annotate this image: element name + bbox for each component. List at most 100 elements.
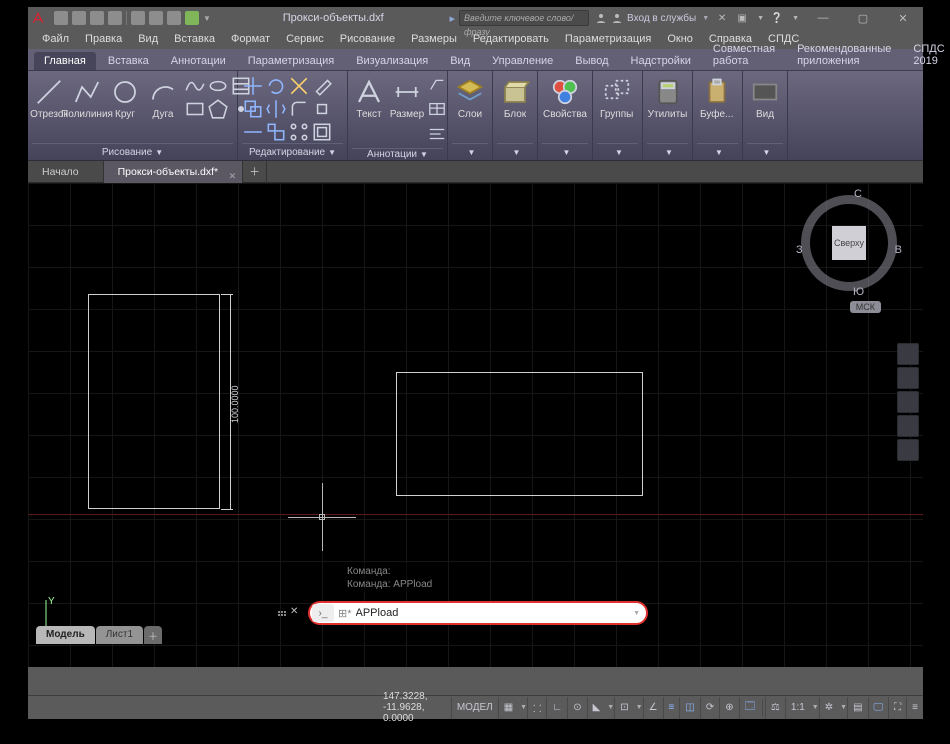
workspace-icon[interactable]: ▤ — [847, 697, 867, 719]
nav-showmotion-icon[interactable] — [897, 439, 919, 461]
menu-modify[interactable]: Редактировать — [465, 29, 557, 49]
otrack-toggle-icon[interactable]: ∠ — [643, 697, 663, 719]
tab-param[interactable]: Параметризация — [238, 52, 344, 70]
monitor-icon[interactable]: 🖵 — [868, 697, 889, 719]
quickprops-icon[interactable]: 🗔 — [739, 697, 761, 719]
command-input[interactable] — [356, 607, 630, 619]
viewcube-south[interactable]: Ю — [853, 286, 864, 298]
gear-icon[interactable]: ✲ — [819, 697, 838, 719]
tab-visual[interactable]: Визуализация — [346, 52, 438, 70]
block-button[interactable]: Блок — [497, 75, 533, 122]
groups-button[interactable]: Группы — [597, 75, 636, 122]
text-button[interactable]: Текст — [352, 75, 386, 122]
dimension-button[interactable]: Размер — [390, 75, 424, 122]
nav-zoom-icon[interactable] — [897, 391, 919, 413]
exchange-icon[interactable]: ✕ — [715, 11, 729, 25]
close-button[interactable]: ✕ — [883, 7, 923, 29]
viewcube-face[interactable]: Сверху — [832, 226, 866, 260]
utils-button[interactable]: Утилиты — [647, 75, 688, 122]
tab-output[interactable]: Вывод — [565, 52, 618, 70]
apps-icon[interactable]: ▣ — [735, 11, 749, 25]
maximize-button[interactable]: ▢ — [843, 7, 883, 29]
grid-toggle-icon[interactable]: ▦ — [498, 697, 518, 719]
arc-button[interactable]: Дуга — [146, 75, 180, 122]
stretch-icon[interactable] — [242, 121, 264, 143]
search-input[interactable]: Введите ключевое слово/фразу — [459, 10, 589, 26]
help-icon[interactable]: ❔ — [770, 11, 784, 25]
qat-saveas-icon[interactable] — [108, 11, 122, 25]
dyn-input-icon[interactable]: ⊕ — [719, 697, 738, 719]
qat-redo-icon[interactable] — [167, 11, 181, 25]
offset-icon[interactable] — [311, 121, 333, 143]
copy-icon[interactable] — [242, 98, 264, 120]
viewcube-east[interactable]: В — [895, 244, 902, 256]
tab-view[interactable]: Вид — [440, 52, 480, 70]
menu-draw[interactable]: Рисование — [332, 29, 403, 49]
panel-modify-label[interactable]: Редактирование▼ — [242, 143, 343, 160]
leader-icon[interactable] — [428, 75, 446, 98]
qat-undo-icon[interactable] — [149, 11, 163, 25]
layers-button[interactable]: Слои — [452, 75, 488, 122]
viewcube-west[interactable]: З — [796, 244, 803, 256]
ellipse-icon[interactable] — [207, 75, 229, 97]
clipboard-button[interactable]: Буфе... — [697, 75, 736, 122]
lineweight-icon[interactable]: ≡ — [663, 697, 680, 719]
poly-icon[interactable] — [207, 98, 229, 120]
layout-tab-add[interactable]: ＋ — [144, 626, 162, 644]
fillet-icon[interactable] — [288, 98, 310, 120]
command-line[interactable]: ✕ ›_ ⊞* ▼ — [308, 601, 648, 625]
panel-annot-label[interactable]: Аннотации▼ — [352, 148, 443, 160]
menu-insert[interactable]: Вставка — [166, 29, 223, 49]
tab-featured[interactable]: Рекомендованные приложения — [787, 40, 901, 70]
nav-pan-icon[interactable] — [897, 367, 919, 389]
qat-plot-icon[interactable] — [131, 11, 145, 25]
qat-open-icon[interactable] — [72, 11, 86, 25]
tab-spds[interactable]: СПДС 2019 — [903, 40, 950, 70]
minimize-button[interactable]: — — [803, 7, 843, 29]
signin-button[interactable]: Вход в службы▼ — [589, 12, 715, 24]
drawing-rect-left[interactable] — [88, 294, 220, 509]
polar-toggle-icon[interactable]: ⊙ — [567, 697, 586, 719]
tab-insert[interactable]: Вставка — [98, 52, 159, 70]
scale-readout[interactable]: 1:1 — [785, 697, 810, 719]
menu-param[interactable]: Параметризация — [557, 29, 659, 49]
ortho-toggle-icon[interactable]: ∟ — [546, 697, 567, 719]
doctab-file[interactable]: Прокси-объекты.dxf*✕ — [104, 161, 244, 183]
circle-button[interactable]: Круг — [108, 75, 142, 122]
cmdline-prompt-icon[interactable]: ›_ — [312, 604, 334, 622]
drawing-rect-right[interactable] — [396, 372, 643, 496]
drag-handle-icon[interactable] — [278, 604, 288, 622]
iso-toggle-icon[interactable]: ◣ — [587, 697, 606, 719]
menu-view[interactable]: Вид — [130, 29, 166, 49]
doctab-start[interactable]: Начало — [28, 161, 104, 183]
cmdline-close-icon[interactable]: ✕ — [290, 606, 298, 617]
scale-icon[interactable] — [265, 121, 287, 143]
view-button[interactable]: Вид — [747, 75, 783, 122]
tab-home[interactable]: Главная — [34, 52, 96, 70]
drawing-canvas[interactable]: 100.0000 Y X Сверху С Ю В З — [28, 183, 923, 667]
polyline-button[interactable]: Полилиния — [70, 75, 104, 122]
menu-format[interactable]: Формат — [223, 29, 278, 49]
cycling-icon[interactable]: ⟳ — [700, 697, 719, 719]
explode-icon[interactable] — [311, 98, 333, 120]
snap-toggle-icon[interactable]: ⸬ — [527, 697, 546, 719]
transparency-icon[interactable]: ◫ — [679, 697, 699, 719]
props-button[interactable]: Свойства — [542, 75, 588, 122]
rotate-icon[interactable] — [265, 75, 287, 97]
menu-window[interactable]: Окно — [659, 29, 701, 49]
tab-annot[interactable]: Аннотации — [161, 52, 236, 70]
menu-edit[interactable]: Правка — [77, 29, 130, 49]
doctab-add[interactable]: ＋ — [243, 161, 267, 183]
move-icon[interactable] — [242, 75, 264, 97]
osnap-toggle-icon[interactable]: ⊡ — [614, 697, 633, 719]
panel-draw-label[interactable]: Рисование▼ — [32, 143, 233, 160]
annoscale-icon[interactable]: ⚖ — [765, 697, 785, 719]
layout-tab-model[interactable]: Модель — [36, 626, 95, 644]
menu-tools[interactable]: Сервис — [278, 29, 332, 49]
rect-icon[interactable] — [184, 98, 206, 120]
viewcube-north[interactable]: С — [854, 188, 862, 200]
table-icon[interactable] — [428, 100, 446, 123]
mirror-icon[interactable] — [265, 98, 287, 120]
viewcube[interactable]: Сверху С Ю В З — [799, 193, 899, 293]
tab-collab[interactable]: Совместная работа — [703, 40, 785, 70]
